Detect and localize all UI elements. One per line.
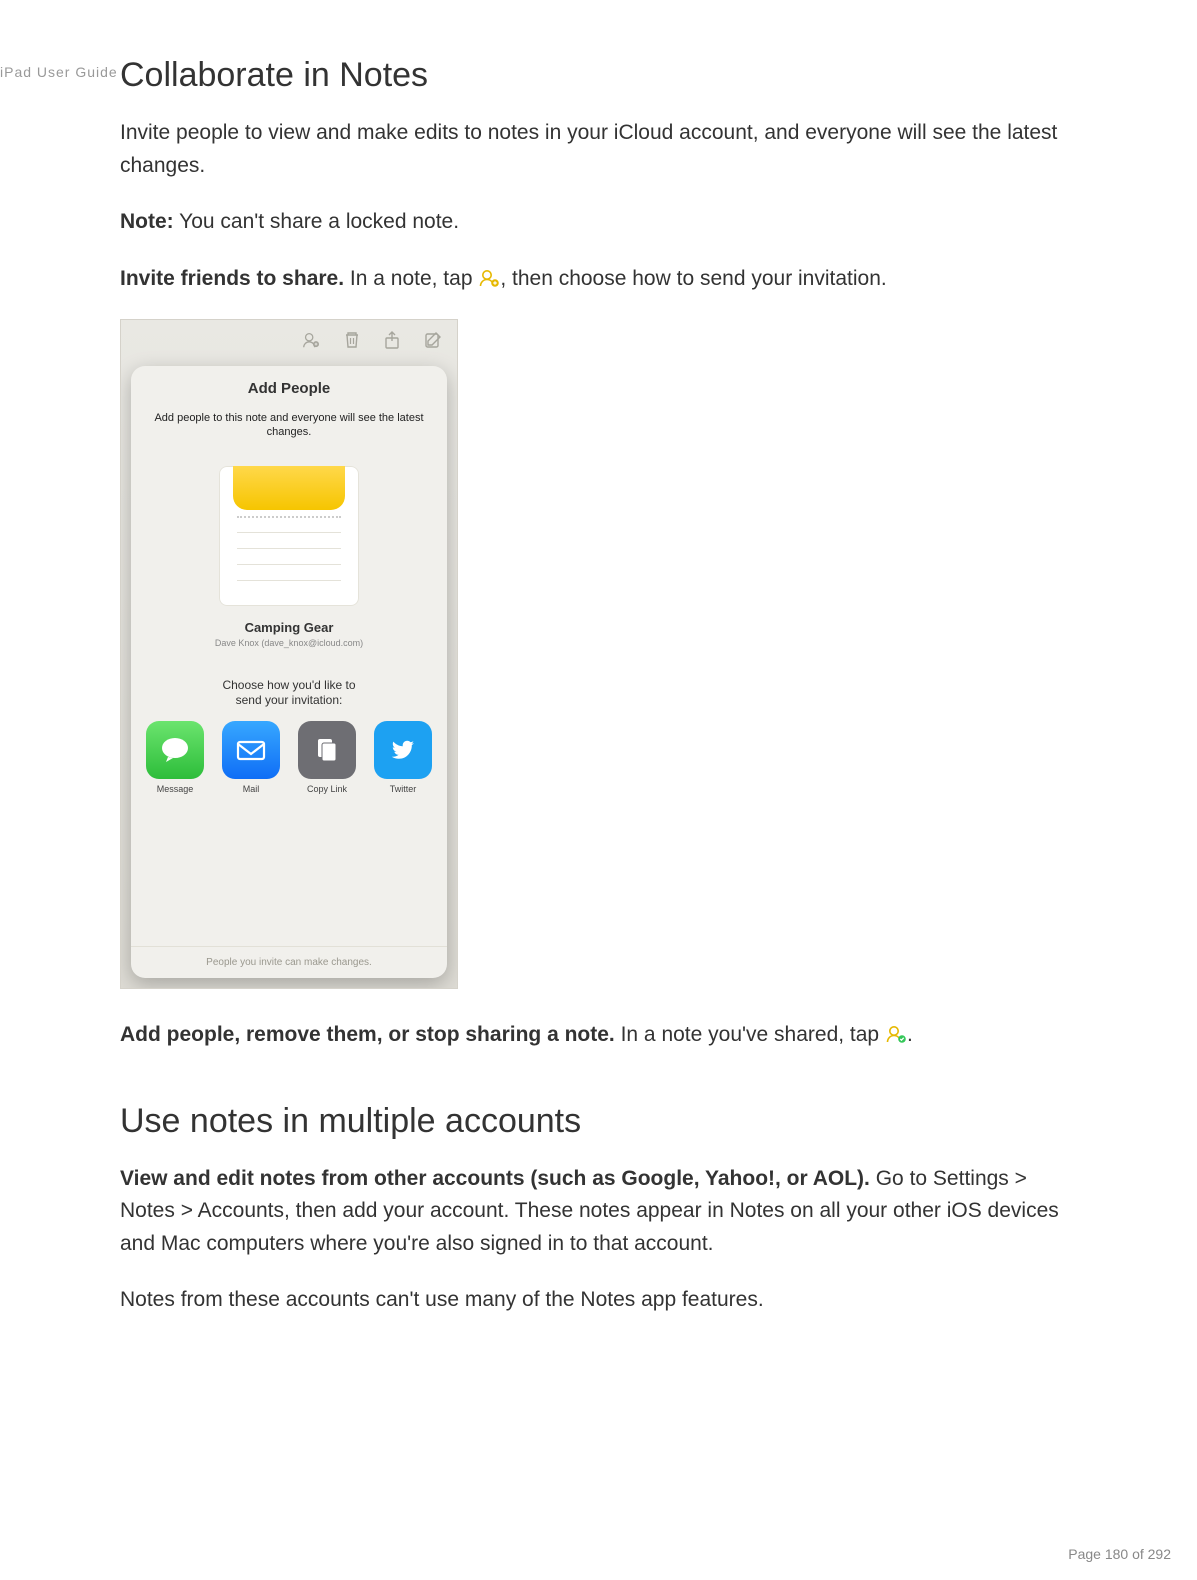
- choose-line2: send your invitation:: [236, 693, 343, 707]
- add-person-toolbar-icon: [301, 330, 321, 355]
- invite-post-text: , then choose how to send your invitatio…: [500, 267, 886, 290]
- manage-label: Add people, remove them, or stop sharing…: [120, 1023, 615, 1046]
- section-heading-collaborate: Collaborate in Notes: [120, 56, 1060, 95]
- share-twitter[interactable]: Twitter: [372, 721, 434, 794]
- twitter-icon: [374, 721, 432, 779]
- intro-paragraph: Invite people to view and make edits to …: [120, 117, 1060, 182]
- view-paragraph: View and edit notes from other accounts …: [120, 1163, 1060, 1261]
- notes-toolbar: [121, 320, 457, 365]
- doc-header: iPad User Guide: [0, 64, 118, 80]
- choose-line1: Choose how you'd like to: [222, 678, 355, 692]
- share-copy-link[interactable]: Copy Link: [296, 721, 358, 794]
- share-mail[interactable]: Mail: [220, 721, 282, 794]
- invite-label: Invite friends to share.: [120, 267, 344, 290]
- note-thumbnail: [219, 466, 359, 606]
- page-content: Collaborate in Notes Invite people to vi…: [120, 56, 1060, 1317]
- mail-icon: [222, 721, 280, 779]
- share-message[interactable]: Message: [144, 721, 206, 794]
- popover-subtitle: Add people to this note and everyone wil…: [131, 411, 447, 440]
- share-message-label: Message: [157, 784, 194, 794]
- manage-post-text: .: [907, 1023, 913, 1046]
- section-heading-accounts: Use notes in multiple accounts: [120, 1102, 1060, 1141]
- manage-paragraph: Add people, remove them, or stop sharing…: [120, 1019, 1060, 1052]
- share-twitter-label: Twitter: [390, 784, 417, 794]
- note-paragraph: Note: You can't share a locked note.: [120, 206, 1060, 239]
- copy-link-icon: [298, 721, 356, 779]
- manage-pre-text: In a note you've shared, tap: [615, 1023, 885, 1046]
- popover-footer: People you invite can make changes.: [131, 946, 447, 978]
- compose-icon: [423, 330, 443, 355]
- page-number: Page 180 of 292: [1068, 1546, 1171, 1562]
- add-people-popover: Add People Add people to this note and e…: [131, 366, 447, 978]
- share-apps-row: Message Mail Copy Link Twitter: [130, 721, 448, 794]
- share-mail-label: Mail: [243, 784, 260, 794]
- choose-text: Choose how you'd like to send your invit…: [222, 678, 355, 709]
- invite-paragraph: Invite friends to share. In a note, tap …: [120, 263, 1060, 296]
- shared-note-title: Camping Gear: [245, 620, 334, 635]
- messages-icon: [146, 721, 204, 779]
- trash-icon: [343, 330, 361, 355]
- note-text: You can't share a locked note.: [174, 210, 459, 233]
- add-people-icon: [478, 266, 500, 286]
- section-multiple-accounts: Use notes in multiple accounts View and …: [120, 1102, 1060, 1317]
- share-copy-label: Copy Link: [307, 784, 347, 794]
- manage-people-icon: [885, 1022, 907, 1042]
- shared-note-owner: Dave Knox (dave_knox@icloud.com): [215, 638, 363, 648]
- add-people-screenshot: Add People Add people to this note and e…: [120, 319, 458, 989]
- share-icon: [383, 330, 401, 355]
- limit-paragraph: Notes from these accounts can't use many…: [120, 1284, 1060, 1317]
- invite-pre-text: In a note, tap: [344, 267, 478, 290]
- view-label: View and edit notes from other accounts …: [120, 1167, 870, 1190]
- popover-title: Add People: [248, 380, 331, 397]
- note-label: Note:: [120, 210, 174, 233]
